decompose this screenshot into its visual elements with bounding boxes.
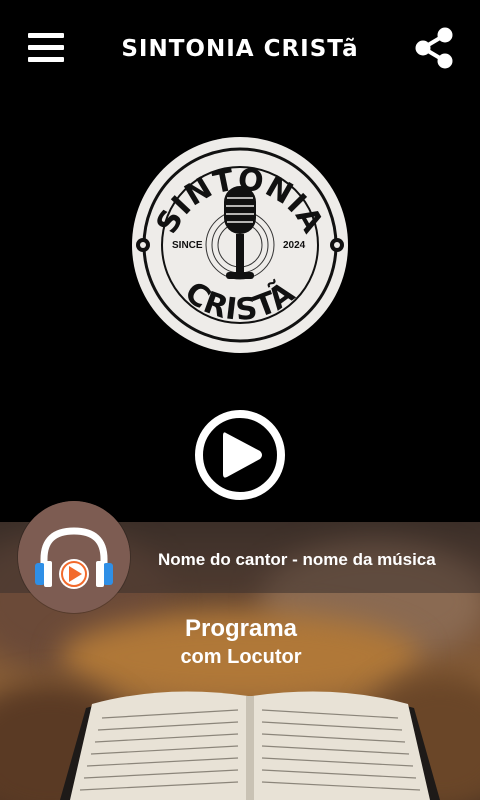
share-icon[interactable] [414,26,454,70]
play-icon [223,432,262,478]
play-button[interactable] [194,409,286,501]
program-host: com Locutor [180,646,302,668]
program-title: Programa [184,615,298,642]
logo-year-text: 2024 [283,240,306,251]
station-logo: SINTONIA CRISTÃ SINCE 2024 [132,137,348,353]
bible-image [60,691,440,800]
app-title: SINTONIA CRISTã [121,36,359,62]
track-info: Nome do cantor - nome da música [158,550,436,569]
logo-since-text: SINCE [172,240,203,251]
top-bar: SINTONIA CRISTã [0,0,480,100]
album-art [18,501,130,613]
